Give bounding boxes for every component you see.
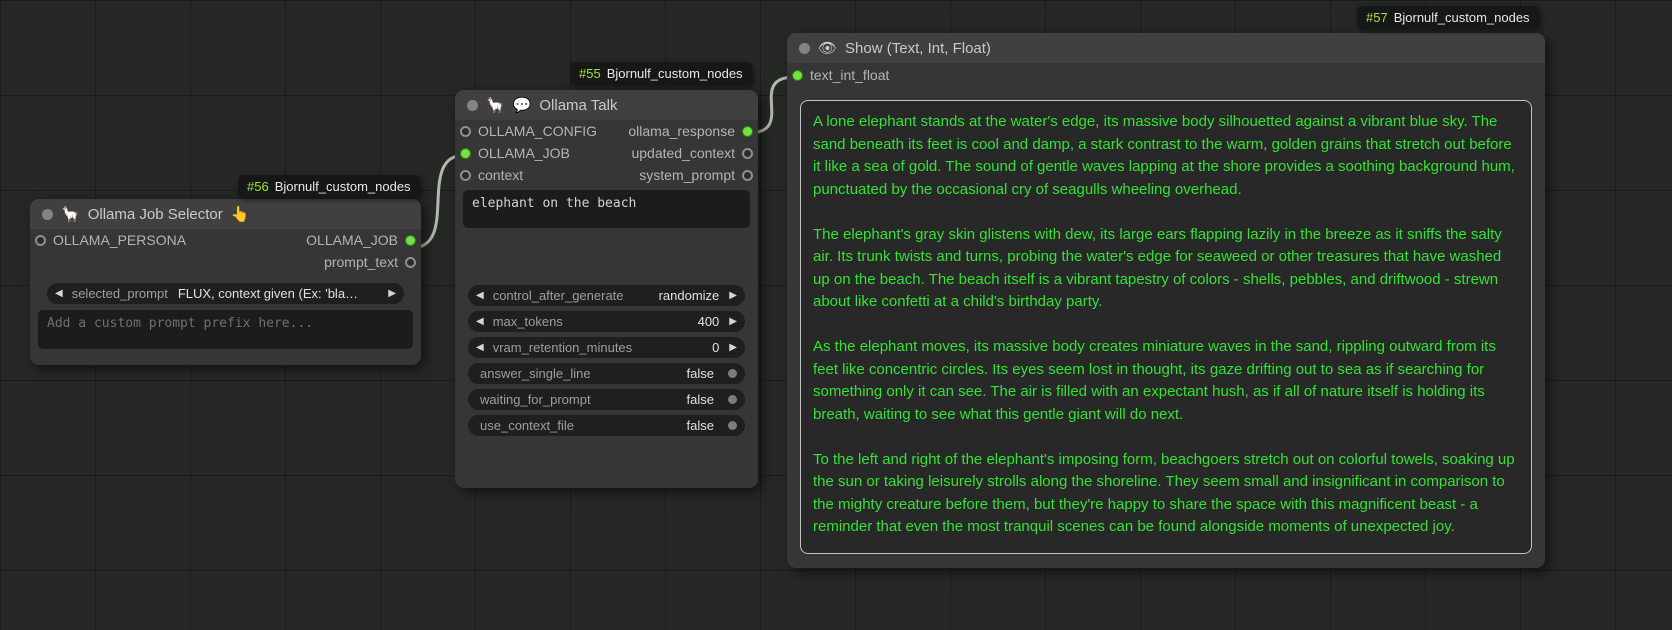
input-label: context [478,167,523,183]
combo-left-arrow-icon[interactable]: ◀ [476,317,484,327]
slot-row: prompt_text [30,251,421,273]
pointing-finger-icon: 👆 [231,207,250,222]
input-dot-context[interactable] [460,170,471,181]
node-ollama-talk[interactable]: 🦙 💬 Ollama Talk OLLAMA_CONFIG ollama_res… [455,90,758,488]
node-graph-canvas[interactable]: #56 Bjornulf_custom_nodes #55 Bjornulf_c… [0,0,1672,630]
output-dot-prompt-text[interactable] [405,257,416,268]
output-dot-ollama-job[interactable] [405,235,416,246]
toggle-label: waiting_for_prompt [480,392,591,407]
user-prompt-textarea[interactable]: elephant on the beach [463,190,750,228]
input-dot-ollama-persona[interactable] [35,235,46,246]
toggle-label: use_context_file [480,418,574,433]
output-slot-ollama-response: ollama_response [628,123,753,139]
input-slot-context: context [460,167,523,183]
combo-right-arrow-icon[interactable]: ▶ [729,291,737,301]
combo-right-arrow-icon[interactable]: ▶ [388,289,396,299]
toggle-value: false [574,418,714,433]
output-label: system_prompt [639,167,735,183]
max-tokens-stepper[interactable]: ◀ max_tokens 400 ▶ [468,311,745,332]
combo-left-arrow-icon[interactable]: ◀ [55,289,63,299]
vram-retention-minutes-stepper[interactable]: ◀ vram_retention_minutes 0 ▶ [468,337,745,358]
node-title-bar[interactable]: 👁 Show (Text, Int, Float) [787,33,1545,63]
collapse-toggle[interactable] [799,43,810,54]
output-label: prompt_text [324,254,398,270]
node-badge-55: #55 Bjornulf_custom_nodes [570,62,752,85]
output-dot-ollama-response[interactable] [742,126,753,137]
collapse-toggle[interactable] [467,100,478,111]
input-label: text_int_float [810,67,889,83]
output-label: OLLAMA_JOB [306,232,398,248]
collapse-toggle[interactable] [42,209,53,220]
custom-prefix-textarea[interactable]: Add a custom prompt prefix here... [38,310,413,349]
slot-row: context system_prompt [455,164,758,186]
eye-icon: 👁 [818,41,837,56]
input-slot-ollama-persona: OLLAMA_PERSONA [35,232,186,248]
toggle-knob[interactable] [728,369,737,378]
badge-name: Bjornulf_custom_nodes [275,179,411,194]
toggle-knob[interactable] [728,421,737,430]
control-after-generate-combo[interactable]: ◀ control_after_generate randomize ▶ [468,285,745,306]
badge-id: #57 [1366,10,1388,25]
node-show-text-int-float[interactable]: 👁 Show (Text, Int, Float) text_int_float… [787,33,1545,568]
badge-name: Bjornulf_custom_nodes [1394,10,1530,25]
output-slot-prompt-text: prompt_text [324,254,416,270]
slot-row: OLLAMA_JOB updated_context [455,142,758,164]
node-body-spacer [455,234,758,280]
use-context-file-toggle[interactable]: use_context_file false [468,415,745,436]
input-slot-ollama-config: OLLAMA_CONFIG [460,123,597,139]
input-slot-ollama-job: OLLAMA_JOB [460,145,570,161]
toggle-label: answer_single_line [480,366,591,381]
badge-id: #55 [579,66,601,81]
combo-label: max_tokens [493,314,563,329]
combo-right-arrow-icon[interactable]: ▶ [729,343,737,353]
output-dot-system-prompt[interactable] [742,170,753,181]
output-slot-ollama-job: OLLAMA_JOB [306,232,416,248]
toggle-value: false [591,392,714,407]
slot-row: text_int_float [787,63,1545,87]
node-title-bar[interactable]: 🦙 Ollama Job Selector 👆 [30,199,421,229]
output-label: updated_context [631,145,735,161]
input-label: OLLAMA_PERSONA [53,232,186,248]
combo-value: 0 [632,340,719,355]
output-dot-updated-context[interactable] [742,148,753,159]
node-title: Ollama Job Selector [88,206,223,223]
llama-icon: 🦙 [486,98,505,113]
input-dot-ollama-config[interactable] [460,126,471,137]
slot-row: OLLAMA_CONFIG ollama_response [455,120,758,142]
node-title: Show (Text, Int, Float) [845,40,991,57]
node-badge-57: #57 Bjornulf_custom_nodes [1357,6,1539,29]
node-ollama-job-selector[interactable]: 🦙 Ollama Job Selector 👆 OLLAMA_PERSONA O… [30,199,421,365]
combo-label: vram_retention_minutes [493,340,632,355]
llama-icon: 🦙 [61,207,80,222]
answer-single-line-toggle[interactable]: answer_single_line false [468,363,745,384]
combo-value: FLUX, context given (Ex: 'bla… [178,286,388,301]
input-label: OLLAMA_CONFIG [478,123,597,139]
input-slot-text-int-float: text_int_float [792,67,889,83]
input-dot-ollama-job[interactable] [460,148,471,159]
output-slot-updated-context: updated_context [631,145,753,161]
node-title: Ollama Talk [539,97,617,114]
toggle-knob[interactable] [728,395,737,404]
badge-name: Bjornulf_custom_nodes [607,66,743,81]
slot-row: OLLAMA_PERSONA OLLAMA_JOB [30,229,421,251]
combo-right-arrow-icon[interactable]: ▶ [729,317,737,327]
input-label: OLLAMA_JOB [478,145,570,161]
node-badge-56: #56 Bjornulf_custom_nodes [238,175,420,198]
selected-prompt-combo[interactable]: ◀ selected_prompt FLUX, context given (E… [47,283,404,304]
combo-label: control_after_generate [493,288,624,303]
node-title-bar[interactable]: 🦙 💬 Ollama Talk [455,90,758,120]
badge-id: #56 [247,179,269,194]
combo-left-arrow-icon[interactable]: ◀ [476,291,484,301]
combo-value: 400 [563,314,720,329]
combo-left-arrow-icon[interactable]: ◀ [476,343,484,353]
show-text-output[interactable]: A lone elephant stands at the water's ed… [800,100,1532,554]
output-slot-system-prompt: system_prompt [639,167,753,183]
toggle-value: false [591,366,714,381]
speech-bubble-icon: 💬 [513,98,532,113]
waiting-for-prompt-toggle[interactable]: waiting_for_prompt false [468,389,745,410]
combo-value: randomize [624,288,720,303]
combo-label: selected_prompt [72,286,168,301]
output-label: ollama_response [628,123,735,139]
input-dot-text-int-float[interactable] [792,70,803,81]
